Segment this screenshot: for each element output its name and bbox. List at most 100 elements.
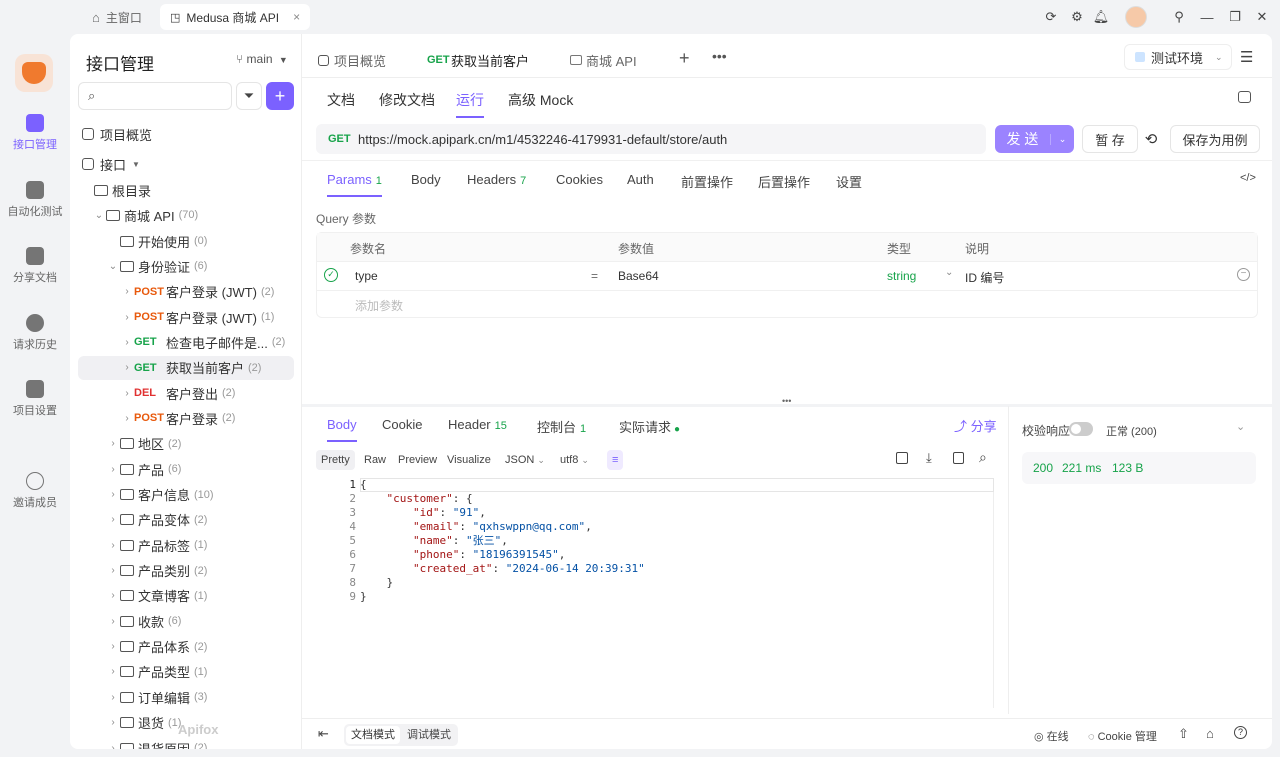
validate-status[interactable]: 正常 (200) (1106, 423, 1157, 439)
cookie-manager[interactable]: ◌ Cookie 管理 (1088, 728, 1157, 744)
folder-item[interactable]: › 产品变体 (2) (78, 508, 294, 532)
folder-item[interactable]: › 收款 (6) (78, 609, 294, 633)
rail-item-invite[interactable]: 邀请成员 (0, 472, 70, 510)
minimize-icon[interactable]: — (1198, 8, 1216, 26)
rail-item-history[interactable]: 请求历史 (0, 314, 70, 352)
env-selector[interactable]: 测试环境 ⌄ (1124, 44, 1232, 70)
tree-overview[interactable]: 项目概览 (78, 122, 294, 146)
folder-item[interactable]: › 文章博客 (1) (78, 584, 294, 608)
gear-icon[interactable]: ⚙ (1068, 8, 1086, 26)
tab-get-current-customer[interactable]: GET 获取当前客户 (427, 48, 529, 72)
wrap-icon[interactable]: ≡ (607, 450, 624, 470)
reset-icon[interactable]: ⟲ (1140, 125, 1162, 153)
restore-icon[interactable]: ❐ (1226, 8, 1244, 26)
api-item[interactable]: › POST 客户登录 (JWT) (2) (78, 280, 294, 304)
view-pretty[interactable]: Pretty (316, 450, 355, 470)
online-status[interactable]: ◎ 在线 (1034, 728, 1069, 744)
close-icon[interactable]: × (293, 10, 300, 24)
rtab-actual-request[interactable]: 实际请求 ● (619, 417, 680, 436)
copy-icon[interactable] (953, 452, 964, 464)
api-item[interactable]: › POST 客户登录 (2) (78, 406, 294, 430)
subtab-doc[interactable]: 文档 (327, 90, 355, 110)
validate-toggle[interactable] (1069, 422, 1093, 436)
url-bar[interactable]: GET https://mock.apipark.cn/m1/4532246-4… (316, 124, 986, 154)
param-name[interactable]: type (355, 269, 378, 283)
folder-item[interactable]: › 产品标签 (1) (78, 533, 294, 557)
shirt-icon[interactable]: ⌂ (1206, 726, 1214, 741)
search-input[interactable]: ⌕ (78, 82, 232, 110)
ptab-settings[interactable]: 设置 (836, 172, 862, 191)
tab-shop-api[interactable]: 商城 API (570, 48, 637, 72)
subtab-edit-doc[interactable]: 修改文档 (379, 90, 435, 110)
folder-item[interactable]: ⌄ 身份验证 (6) (78, 254, 294, 278)
window-close-icon[interactable]: ✕ (1253, 8, 1271, 26)
search-icon[interactable]: ⌕ (979, 449, 987, 466)
api-item[interactable]: › POST 客户登录 (JWT) (1) (78, 305, 294, 329)
rtab-cookie[interactable]: Cookie (382, 417, 422, 432)
param-value[interactable]: Base64 (618, 269, 659, 283)
drag-handle-icon[interactable]: ••• (782, 396, 791, 406)
api-item[interactable]: › GET 检查电子邮件是... (2) (78, 330, 294, 354)
param-desc[interactable]: ID 编号 (965, 269, 1004, 286)
debug-mode-button[interactable]: 调试模式 (402, 726, 456, 744)
collapse-sidebar-icon[interactable]: ⇤ (318, 726, 329, 742)
rail-item-settings[interactable]: 项目设置 (0, 380, 70, 418)
ptab-headers[interactable]: Headers 7 (467, 172, 526, 187)
api-item[interactable]: › DEL 客户登出 (2) (78, 381, 294, 405)
folder-item[interactable]: › 退货原因 (2) (78, 736, 294, 749)
rtab-console[interactable]: 控制台 1 (537, 417, 586, 436)
remove-icon[interactable]: − (1237, 268, 1250, 281)
param-type[interactable]: string (887, 269, 916, 283)
folder-item[interactable]: › 产品体系 (2) (78, 635, 294, 659)
format-select[interactable]: JSON ⌄ (500, 450, 550, 470)
encoding-select[interactable]: utf8 ⌄ (555, 450, 594, 470)
window-tab-home[interactable]: ⌂ 主窗口 (82, 4, 152, 30)
ptab-post[interactable]: 后置操作 (758, 172, 810, 191)
chevron-down-icon[interactable]: ⌄ (945, 267, 953, 278)
filter-button[interactable]: ⏷ (236, 82, 262, 110)
folder-item[interactable]: 开始使用 (0) (78, 229, 294, 253)
upload-icon[interactable]: ⇧ (1178, 726, 1189, 742)
project-logo[interactable] (15, 54, 53, 92)
tab-overview[interactable]: 项目概览 (318, 48, 386, 72)
tree-api-root[interactable]: 接口 ▼ (78, 152, 294, 176)
menu-icon[interactable]: ☰ (1240, 48, 1253, 66)
branch-selector[interactable]: ⑂ main ▼ (236, 52, 288, 66)
folder-item[interactable]: › 地区 (2) (78, 432, 294, 456)
help-icon[interactable]: ? (1234, 726, 1247, 739)
ptab-auth[interactable]: Auth (627, 172, 654, 187)
avatar[interactable] (1125, 6, 1147, 28)
folder-item[interactable]: › 产品类型 (1) (78, 660, 294, 684)
save-case-button[interactable]: 保存为用例 (1170, 125, 1260, 153)
chevron-down-icon[interactable]: ⌄ (1236, 420, 1245, 433)
folder-item[interactable]: › 客户信息 (10) (78, 483, 294, 507)
send-button[interactable]: 发 送 ⌄ (995, 125, 1074, 153)
layout-toggle-icon[interactable] (1238, 91, 1251, 103)
subtab-mock[interactable]: 高级 Mock (508, 90, 573, 110)
ptab-params[interactable]: Params 1 (327, 172, 382, 197)
ptab-cookies[interactable]: Cookies (556, 172, 603, 187)
code-editor[interactable]: 1 {2 "customer": {3 "id": "91", 4 "email":… (316, 478, 994, 708)
code-icon[interactable]: </> (1240, 172, 1256, 184)
add-tab-icon[interactable]: + (679, 48, 690, 69)
tree-shop-api[interactable]: ⌄ 商城 API (70) (78, 203, 294, 227)
add-button[interactable]: + (266, 82, 294, 110)
window-tab-project[interactable]: ◳ Medusa 商城 API × (160, 4, 311, 30)
view-visualize[interactable]: Visualize (442, 450, 496, 470)
rail-item-api[interactable]: 接口管理 (0, 114, 70, 152)
api-item[interactable]: › GET 获取当前客户 (2) (78, 355, 294, 380)
folder-item[interactable]: › 产品 (6) (78, 457, 294, 481)
bell-icon[interactable]: 🔔︎ (1092, 8, 1110, 26)
subtab-run[interactable]: 运行 (456, 90, 484, 118)
chevron-down-icon[interactable]: ⌄ (1050, 133, 1074, 145)
save-temp-button[interactable]: 暂 存 (1082, 125, 1138, 153)
folder-item[interactable]: › 产品类别 (2) (78, 559, 294, 583)
rtab-header[interactable]: Header 15 (448, 417, 507, 432)
doc-mode-button[interactable]: 文档模式 (346, 726, 400, 744)
view-preview[interactable]: Preview (393, 450, 442, 470)
rail-item-share-doc[interactable]: 分享文档 (0, 247, 70, 285)
folder-item[interactable]: › 订单编辑 (3) (78, 685, 294, 709)
view-raw[interactable]: Raw (359, 450, 391, 470)
share-button[interactable]: ⤴ 分享 (954, 416, 997, 435)
ptab-body[interactable]: Body (411, 172, 441, 187)
